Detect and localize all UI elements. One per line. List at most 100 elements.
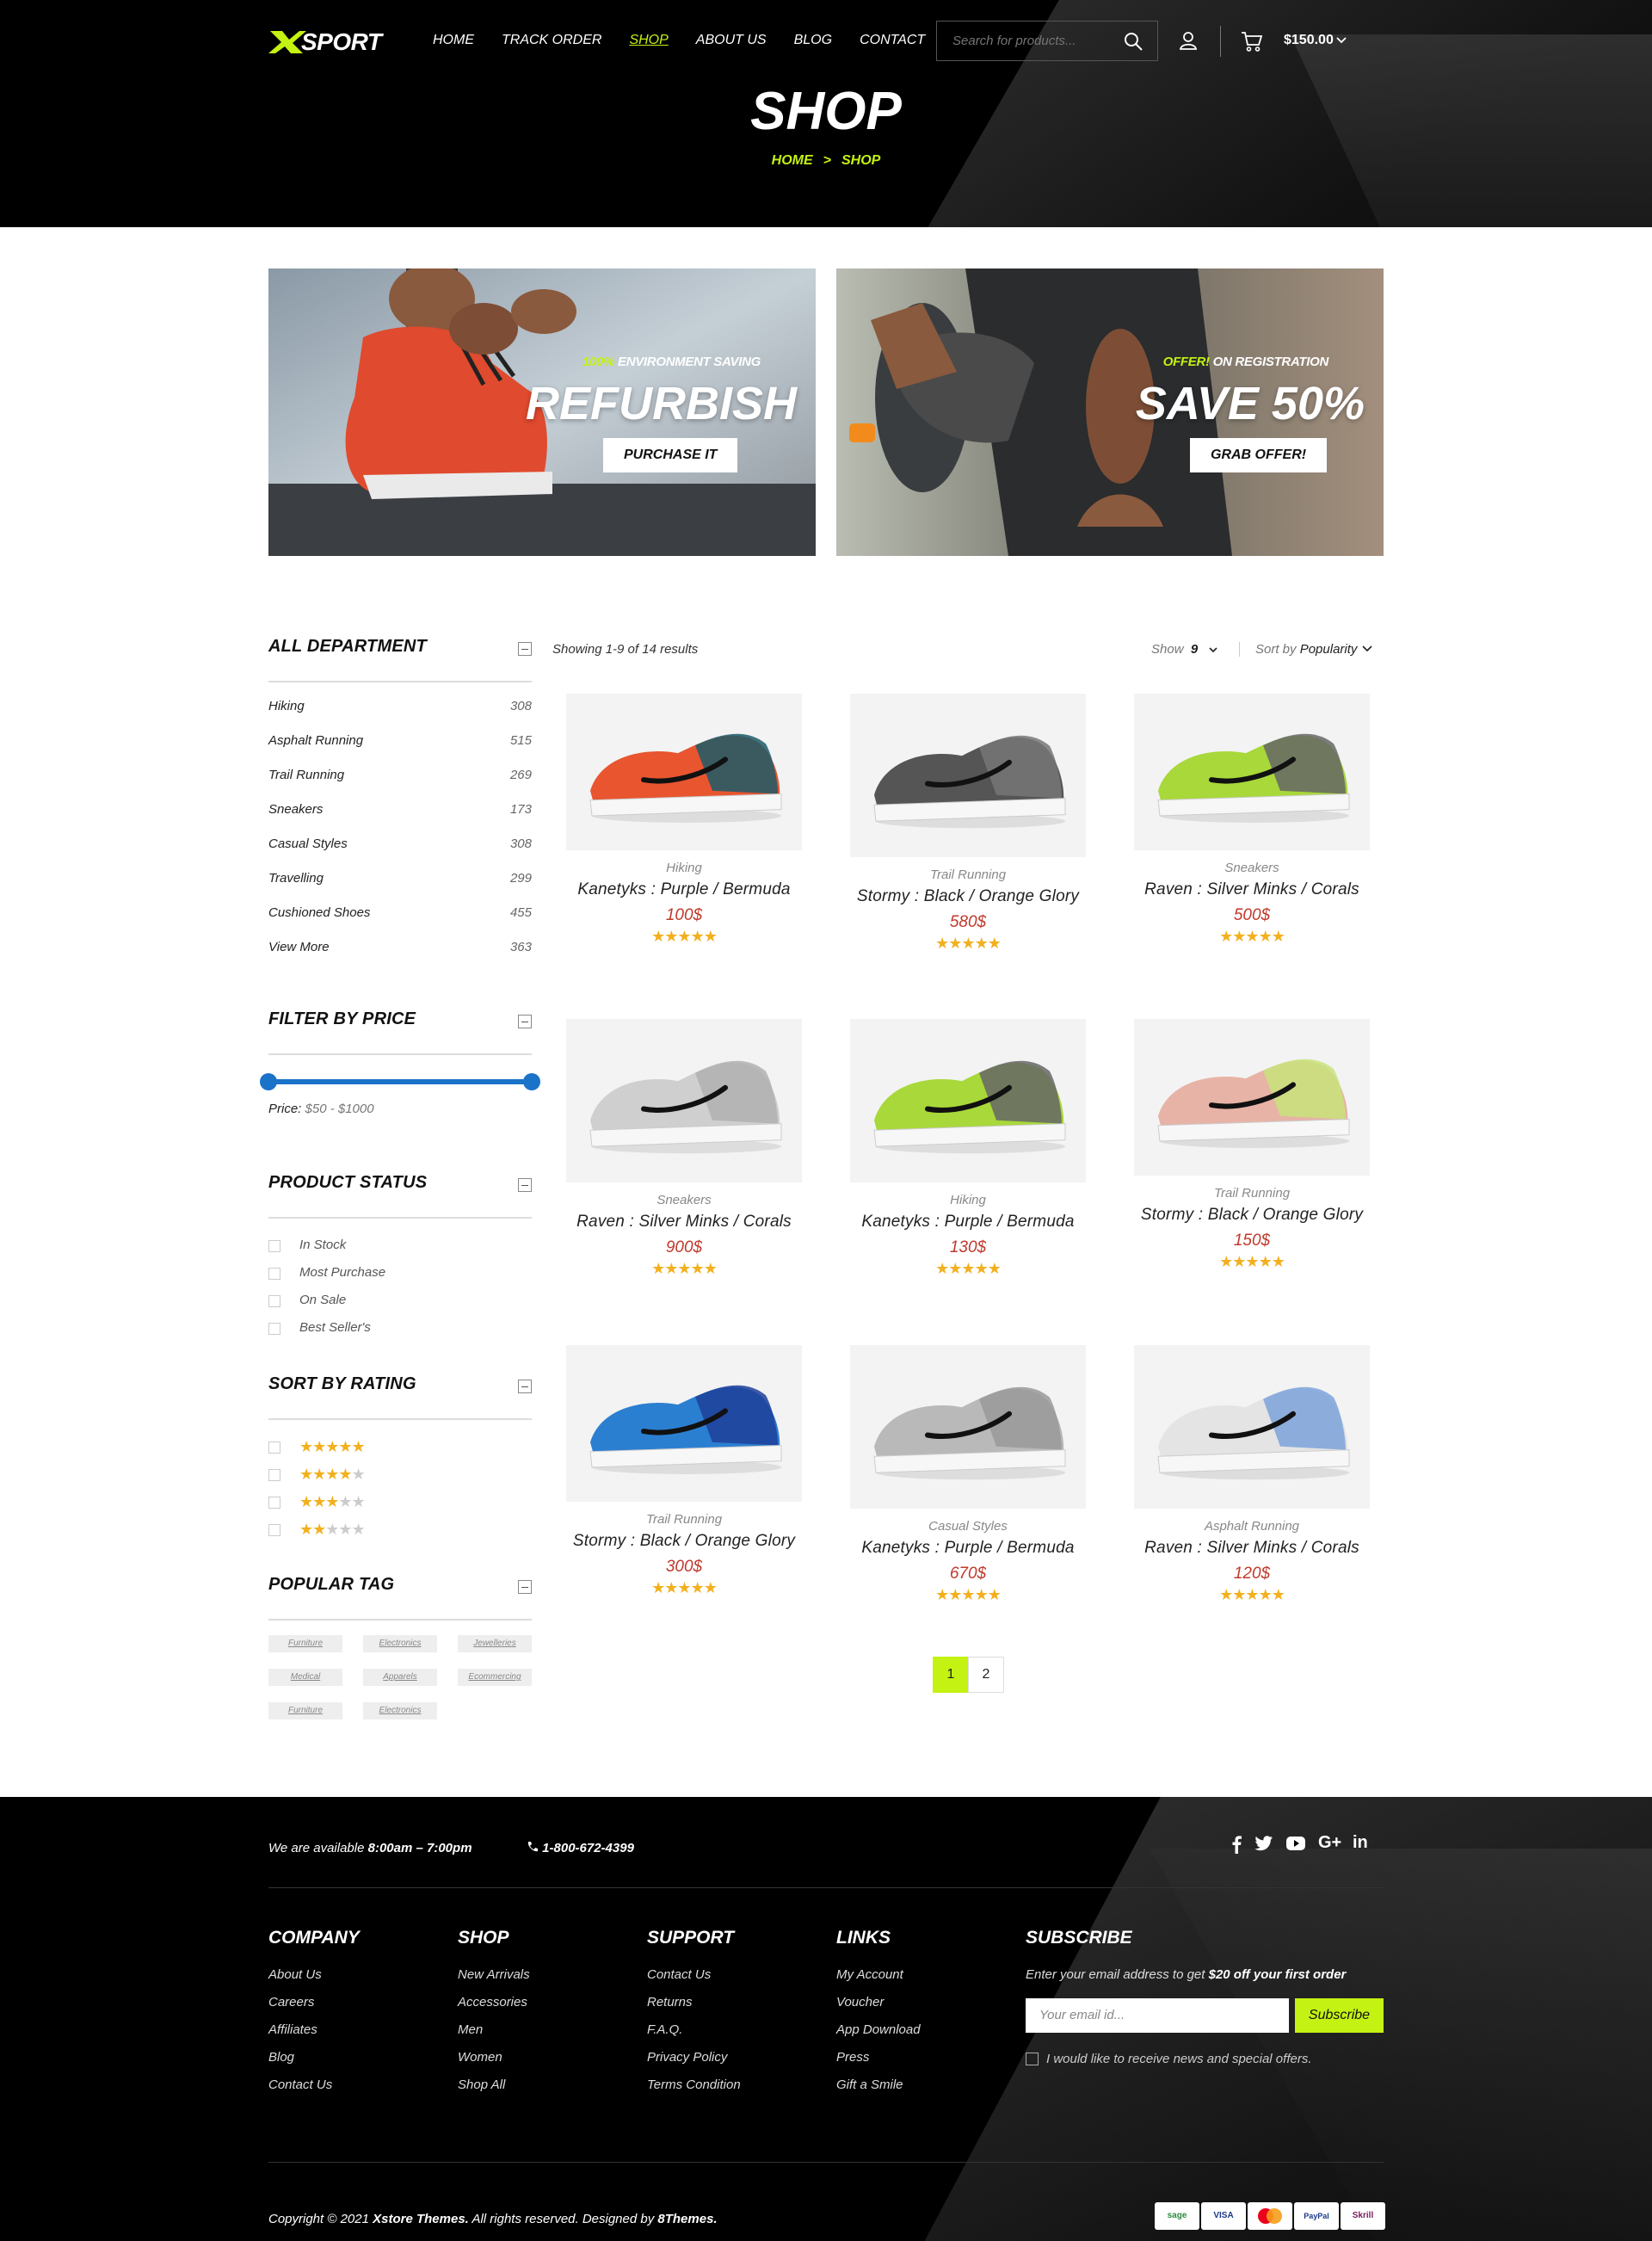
nav-about-us[interactable]: ABOUT US xyxy=(696,33,767,48)
product-image[interactable] xyxy=(1134,1345,1370,1509)
product-name[interactable]: Raven : Silver Minks / Corals xyxy=(1134,880,1370,899)
promo-banner-offer[interactable]: OFFER! ON REGISTRATION SAVE 50% GRAB OFF… xyxy=(836,269,1384,556)
footer-link[interactable]: F.A.Q. xyxy=(647,2022,741,2037)
footer-link[interactable]: Accessories xyxy=(458,1995,530,2009)
status-checkbox[interactable] xyxy=(268,1323,280,1335)
grab-offer-button[interactable]: GRAB OFFER! xyxy=(1190,438,1328,472)
product-category[interactable]: Sneakers xyxy=(1134,861,1370,875)
product-image[interactable] xyxy=(1134,1019,1370,1176)
price-slider-track[interactable] xyxy=(268,1079,537,1084)
footer-link[interactable]: Shop All xyxy=(458,2077,530,2092)
department-item[interactable]: Travelling 299 xyxy=(268,871,532,886)
footer-link[interactable]: Terms Condition xyxy=(647,2077,741,2092)
product-name[interactable]: Kanetyks : Purple / Bermuda xyxy=(850,1213,1086,1232)
product-name[interactable]: Stormy : Black / Orange Glory xyxy=(1134,1206,1370,1225)
product-name[interactable]: Raven : Silver Minks / Corals xyxy=(1134,1539,1370,1558)
product-card[interactable]: Trail Running Stormy : Black / Orange Glo… xyxy=(566,1345,802,1596)
search-input[interactable] xyxy=(952,34,1116,48)
status-label[interactable]: On Sale xyxy=(299,1293,346,1307)
tag-chip[interactable]: Medical xyxy=(268,1669,342,1686)
newsletter-checkbox[interactable] xyxy=(1026,2053,1039,2065)
footer-link[interactable]: Blog xyxy=(268,2050,360,2065)
footer-link[interactable]: Affiliates xyxy=(268,2022,360,2037)
footer-link[interactable]: My Account xyxy=(836,1967,921,1982)
product-category[interactable]: Hiking xyxy=(850,1193,1086,1207)
footer-link[interactable]: Careers xyxy=(268,1995,360,2009)
footer-link[interactable]: Voucher xyxy=(836,1995,921,2009)
status-checkbox[interactable] xyxy=(268,1295,280,1307)
page-1-button[interactable]: 1 xyxy=(933,1657,969,1693)
brand-logo[interactable]: SPORT xyxy=(268,28,382,55)
nav-home[interactable]: HOME xyxy=(433,33,474,48)
department-item[interactable]: Casual Styles 308 xyxy=(268,837,532,851)
promo-banner-refurbish[interactable]: 100% ENVIRONMENT SAVING REFURBISH PURCHA… xyxy=(268,269,816,556)
status-label[interactable]: In Stock xyxy=(299,1238,346,1252)
footer-link[interactable]: Contact Us xyxy=(268,2077,360,2092)
product-name[interactable]: Kanetyks : Purple / Bermuda xyxy=(850,1539,1086,1558)
product-category[interactable]: Asphalt Running xyxy=(1134,1519,1370,1534)
sort-by-select[interactable]: Sort by Popularity xyxy=(1239,642,1373,657)
rating-checkbox[interactable] xyxy=(268,1442,280,1454)
product-name[interactable]: Raven : Silver Minks / Corals xyxy=(566,1213,802,1232)
phone-number[interactable]: 1-800-672-4399 xyxy=(527,1841,634,1855)
footer-link[interactable]: New Arrivals xyxy=(458,1967,530,1982)
product-image[interactable] xyxy=(566,1345,802,1502)
department-item[interactable]: Hiking 308 xyxy=(268,699,532,713)
collapse-icon[interactable] xyxy=(518,642,532,656)
product-card[interactable]: Hiking Kanetyks : Purple / Bermuda 100$ ★★★… xyxy=(566,694,802,944)
product-card[interactable]: Trail Running Stormy : Black / Orange Glo… xyxy=(850,694,1086,951)
facebook-icon[interactable] xyxy=(1230,1835,1242,1854)
department-item[interactable]: Cushioned Shoes 455 xyxy=(268,905,532,920)
breadcrumb-home[interactable]: HOME xyxy=(772,153,813,168)
rating-stars-4[interactable]: ★★★★★ xyxy=(299,1466,366,1482)
product-category[interactable]: Trail Running xyxy=(850,867,1086,882)
user-icon[interactable] xyxy=(1179,31,1198,50)
purchase-it-button[interactable]: PURCHASE IT xyxy=(603,438,738,472)
product-card[interactable]: Trail Running Stormy : Black / Orange Glo… xyxy=(1134,1019,1370,1269)
product-card[interactable]: Asphalt Running Raven : Silver Minks / Co… xyxy=(1134,1345,1370,1602)
tag-chip[interactable]: Electronics xyxy=(363,1702,437,1719)
status-checkbox[interactable] xyxy=(268,1268,280,1280)
show-per-page-select[interactable]: Show 9 xyxy=(1151,642,1217,657)
product-card[interactable]: Hiking Kanetyks : Purple / Bermuda 130$ ★★★… xyxy=(850,1019,1086,1276)
page-2-button[interactable]: 2 xyxy=(968,1657,1004,1693)
footer-link[interactable]: Gift a Smile xyxy=(836,2077,921,2092)
collapse-icon[interactable] xyxy=(518,1015,532,1028)
collapse-icon[interactable] xyxy=(518,1380,532,1393)
department-item[interactable]: Trail Running 269 xyxy=(268,768,532,782)
product-category[interactable]: Sneakers xyxy=(566,1193,802,1207)
product-category[interactable]: Trail Running xyxy=(1134,1186,1370,1201)
tag-chip[interactable]: Furniture xyxy=(268,1702,342,1719)
newsletter-checkbox-label[interactable]: I would like to receive news and special… xyxy=(1046,2052,1312,2066)
price-slider-min-handle[interactable] xyxy=(260,1073,277,1090)
department-item[interactable]: Asphalt Running 515 xyxy=(268,733,532,748)
rating-checkbox[interactable] xyxy=(268,1469,280,1481)
product-card[interactable]: Sneakers Raven : Silver Minks / Corals 900… xyxy=(566,1019,802,1276)
product-image[interactable] xyxy=(850,694,1086,857)
rating-stars-2[interactable]: ★★★★★ xyxy=(299,1522,366,1537)
cart-total[interactable]: $150.00 xyxy=(1284,33,1334,48)
department-item[interactable]: Sneakers 173 xyxy=(268,802,532,817)
footer-link[interactable]: Women xyxy=(458,2050,530,2065)
rating-checkbox[interactable] xyxy=(268,1524,280,1536)
product-category[interactable]: Hiking xyxy=(566,861,802,875)
product-image[interactable] xyxy=(850,1019,1086,1182)
tag-chip[interactable]: Apparels xyxy=(363,1669,437,1686)
rating-checkbox[interactable] xyxy=(268,1497,280,1509)
rating-stars-5[interactable]: ★★★★★ xyxy=(299,1439,366,1454)
price-slider-max-handle[interactable] xyxy=(523,1073,540,1090)
chevron-down-icon[interactable] xyxy=(1335,34,1347,46)
footer-link[interactable]: Men xyxy=(458,2022,530,2037)
status-label[interactable]: Most Purchase xyxy=(299,1265,385,1280)
twitter-icon[interactable] xyxy=(1254,1835,1273,1852)
subscribe-button[interactable]: Subscribe xyxy=(1295,1998,1384,2033)
product-image[interactable] xyxy=(566,1019,802,1182)
status-label[interactable]: Best Seller's xyxy=(299,1320,371,1335)
product-image[interactable] xyxy=(1134,694,1370,850)
tag-chip[interactable]: Furniture xyxy=(268,1635,342,1652)
status-checkbox[interactable] xyxy=(268,1240,280,1252)
product-card[interactable]: Sneakers Raven : Silver Minks / Corals 500… xyxy=(1134,694,1370,944)
footer-link[interactable]: App Download xyxy=(836,2022,921,2037)
rating-stars-3[interactable]: ★★★★★ xyxy=(299,1494,366,1509)
google-plus-icon[interactable]: G+ xyxy=(1318,1833,1341,1853)
